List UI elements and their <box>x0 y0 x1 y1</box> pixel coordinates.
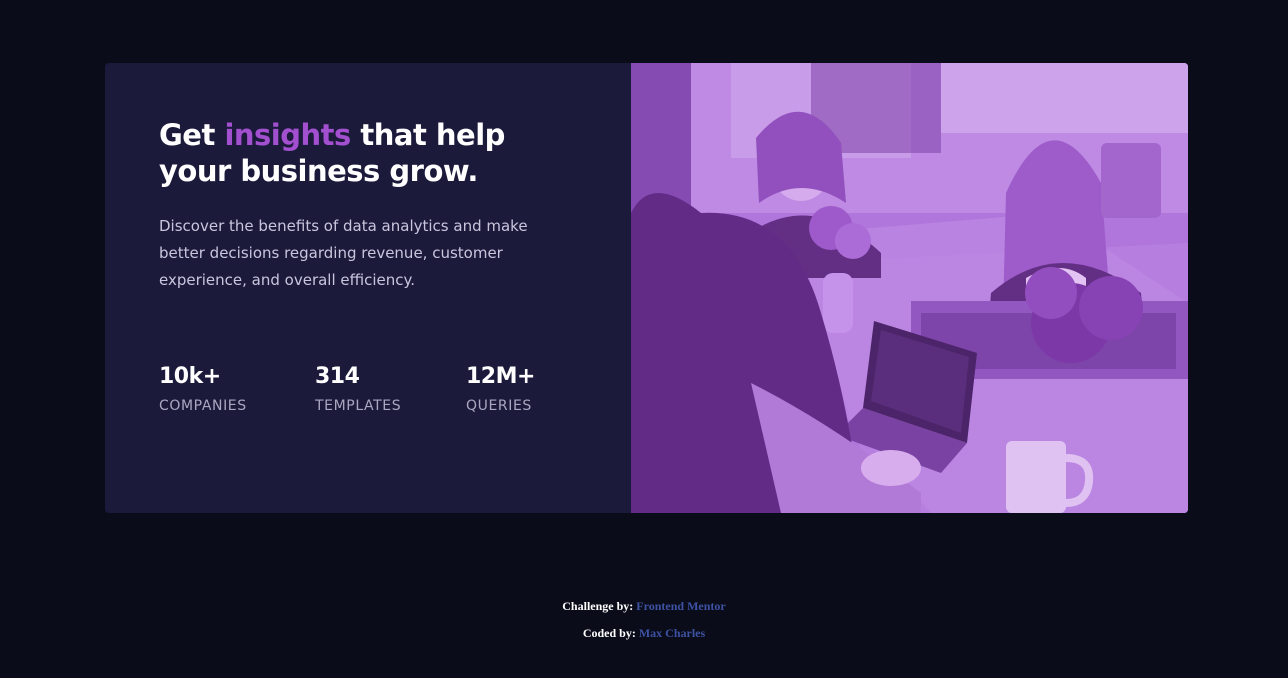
frontend-mentor-link[interactable]: Frontend Mentor <box>636 599 725 613</box>
team-at-work-photo-icon <box>631 63 1188 513</box>
attribution-footer: Challenge by: Frontend Mentor Coded by: … <box>0 597 1288 651</box>
headline: Get insights that help your business gro… <box>159 117 539 189</box>
stat-label: QUERIES <box>466 398 532 414</box>
challenge-attribution: Challenge by: Frontend Mentor <box>0 597 1288 615</box>
stat-label: TEMPLATES <box>315 398 402 414</box>
author-link[interactable]: Max Charles <box>639 626 705 640</box>
description: Discover the benefits of data analytics … <box>159 217 528 289</box>
stat-label: COMPANIES <box>159 398 247 414</box>
stat-value: 314 <box>315 364 360 389</box>
stat-value: 10k+ <box>159 364 221 389</box>
coded-prefix: Coded by: <box>582 626 636 640</box>
headline-text-start: Get <box>159 118 225 152</box>
challenge-prefix: Challenge by: <box>562 599 634 613</box>
headline-accent-word: insights <box>224 118 351 152</box>
stat-companies: 10k+ COMPANIES <box>159 363 247 415</box>
stat-queries: 12M+ QUERIES <box>466 363 535 415</box>
card-content: Get insights that help your business gro… <box>105 63 631 513</box>
team-photo <box>631 63 1188 513</box>
stats-preview-card: Get insights that help your business gro… <box>105 63 1188 513</box>
coder-attribution: Coded by: Max Charles <box>0 624 1288 642</box>
stat-templates: 314 TEMPLATES <box>315 363 401 415</box>
stat-value: 12M+ <box>466 364 535 389</box>
